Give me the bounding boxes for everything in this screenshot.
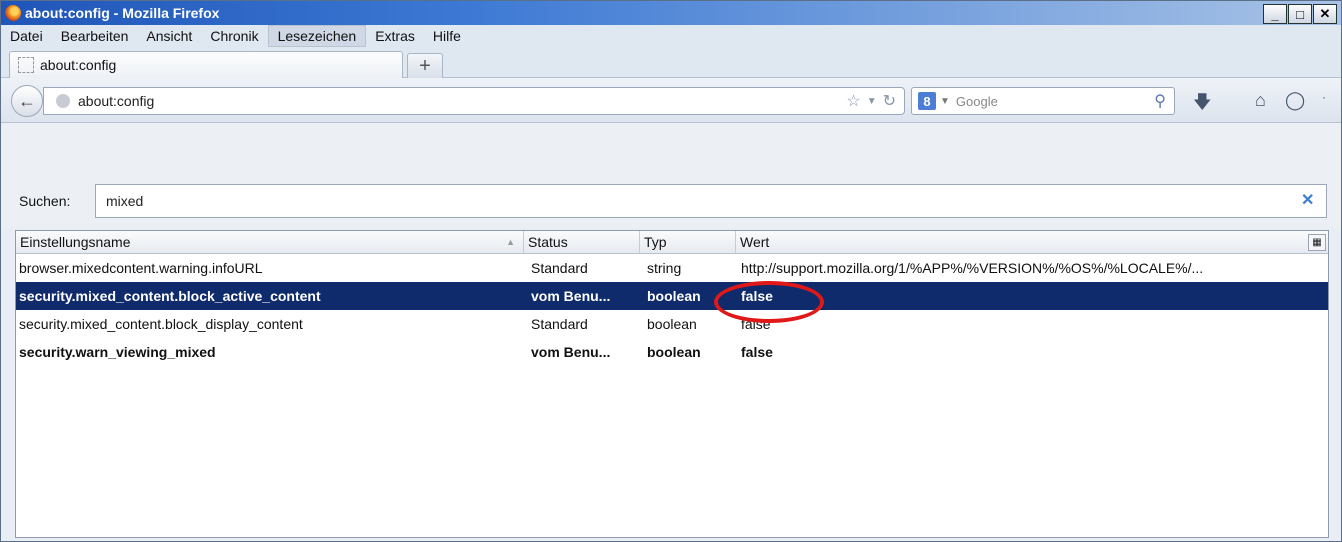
table-header: Einstellungsname ▲ Status Typ Wert ▦ xyxy=(16,231,1328,254)
menu-hilfe[interactable]: Hilfe xyxy=(424,25,470,47)
minimize-button[interactable]: _ xyxy=(1263,4,1287,24)
search-placeholder[interactable]: Google xyxy=(956,94,1154,109)
preferences-table: Einstellungsname ▲ Status Typ Wert ▦ bro… xyxy=(15,230,1329,538)
column-header-type[interactable]: Typ xyxy=(640,231,736,253)
menu-chronik[interactable]: Chronik xyxy=(201,25,267,47)
filter-input[interactable] xyxy=(95,184,1327,218)
column-header-status[interactable]: Status xyxy=(524,231,640,253)
pref-type: boolean xyxy=(647,316,697,332)
url-text[interactable]: about:config xyxy=(78,93,846,109)
download-icon[interactable]: 🡇 xyxy=(1193,90,1212,120)
home-icon[interactable]: ⌂ xyxy=(1255,90,1266,111)
menu-bearbeiten[interactable]: Bearbeiten xyxy=(52,25,138,47)
sync-icon[interactable]: ◯ xyxy=(1285,90,1305,111)
tab-strip: about:config + xyxy=(1,47,1341,78)
pref-value: false xyxy=(741,316,771,332)
pref-type: boolean xyxy=(647,344,701,360)
menu-bar: Datei Bearbeiten Ansicht Chronik Lesezei… xyxy=(1,25,1341,47)
search-bar[interactable]: 8 ▼ Google ⚲ xyxy=(911,87,1175,115)
menu-extras[interactable]: Extras xyxy=(366,25,424,47)
url-bar-icons: ☆ ▼ ↻ xyxy=(846,91,896,111)
magnifier-icon[interactable]: ⚲ xyxy=(1154,91,1166,111)
pref-status: vom Benu... xyxy=(531,344,611,360)
star-icon[interactable]: ☆ xyxy=(846,91,860,111)
back-arrow-icon[interactable]: ← xyxy=(11,85,43,117)
column-picker-icon[interactable]: ▦ xyxy=(1308,234,1326,251)
firefox-logo-icon xyxy=(5,5,21,21)
table-row[interactable]: security.warn_viewing_mixed vom Benu... … xyxy=(16,338,1328,366)
pref-value: false xyxy=(741,344,773,360)
pref-value: false xyxy=(741,288,773,304)
tab-about-config[interactable]: about:config xyxy=(9,51,403,78)
toolbar-menu-icon[interactable]: · xyxy=(1322,90,1326,104)
pref-status: Standard xyxy=(531,260,588,276)
menu-datei[interactable]: Datei xyxy=(1,25,52,47)
window-title: about:config - Mozilla Firefox xyxy=(25,5,220,21)
firefox-window: about:config - Mozilla Firefox _ □ ✕ Dat… xyxy=(0,0,1342,542)
pref-name: security.mixed_content.block_display_con… xyxy=(19,316,303,332)
table-row-selected[interactable]: security.mixed_content.block_active_cont… xyxy=(16,282,1328,310)
navigation-toolbar: ← about:config ☆ ▼ ↻ 8 ▼ Google ⚲ 🡇 ⌂ ◯ … xyxy=(1,78,1341,123)
reload-icon[interactable]: ↻ xyxy=(883,91,896,111)
table-row[interactable]: security.mixed_content.block_display_con… xyxy=(16,310,1328,338)
google-icon[interactable]: 8 xyxy=(918,92,936,110)
close-button[interactable]: ✕ xyxy=(1313,4,1337,24)
tab-label: about:config xyxy=(40,57,117,73)
title-bar: about:config - Mozilla Firefox _ □ ✕ xyxy=(1,1,1341,25)
column-header-name[interactable]: Einstellungsname ▲ xyxy=(16,231,524,253)
clear-filter-icon[interactable]: ✕ xyxy=(1301,190,1314,210)
sort-arrow-icon: ▲ xyxy=(506,237,515,247)
table-row[interactable]: browser.mixedcontent.warning.infoURL Sta… xyxy=(16,254,1328,282)
red-annotation-circle xyxy=(714,281,824,323)
filter-area: Suchen: ✕ xyxy=(1,123,1341,227)
dropdown-icon[interactable]: ▼ xyxy=(867,96,877,107)
url-bar[interactable]: about:config ☆ ▼ ↻ xyxy=(43,87,905,115)
menu-lesezeichen[interactable]: Lesezeichen xyxy=(267,25,367,47)
pref-status: Standard xyxy=(531,316,588,332)
maximize-button[interactable]: □ xyxy=(1288,4,1312,24)
engine-dropdown-icon[interactable]: ▼ xyxy=(940,96,950,107)
pref-name: browser.mixedcontent.warning.infoURL xyxy=(19,260,263,276)
new-tab-button[interactable]: + xyxy=(407,53,443,78)
pref-value: http://support.mozilla.org/1/%APP%/%VERS… xyxy=(741,260,1204,276)
pref-name: security.mixed_content.block_active_cont… xyxy=(19,288,321,304)
pref-name: security.warn_viewing_mixed xyxy=(19,344,216,360)
pref-type: string xyxy=(647,260,682,276)
filter-label: Suchen: xyxy=(19,193,71,209)
menu-ansicht[interactable]: Ansicht xyxy=(137,25,201,47)
window-controls: _ □ ✕ xyxy=(1263,4,1337,24)
column-header-value[interactable]: Wert xyxy=(736,231,1328,253)
globe-icon xyxy=(56,94,70,108)
blank-page-icon xyxy=(18,57,34,73)
pref-status: vom Benu... xyxy=(531,288,611,304)
